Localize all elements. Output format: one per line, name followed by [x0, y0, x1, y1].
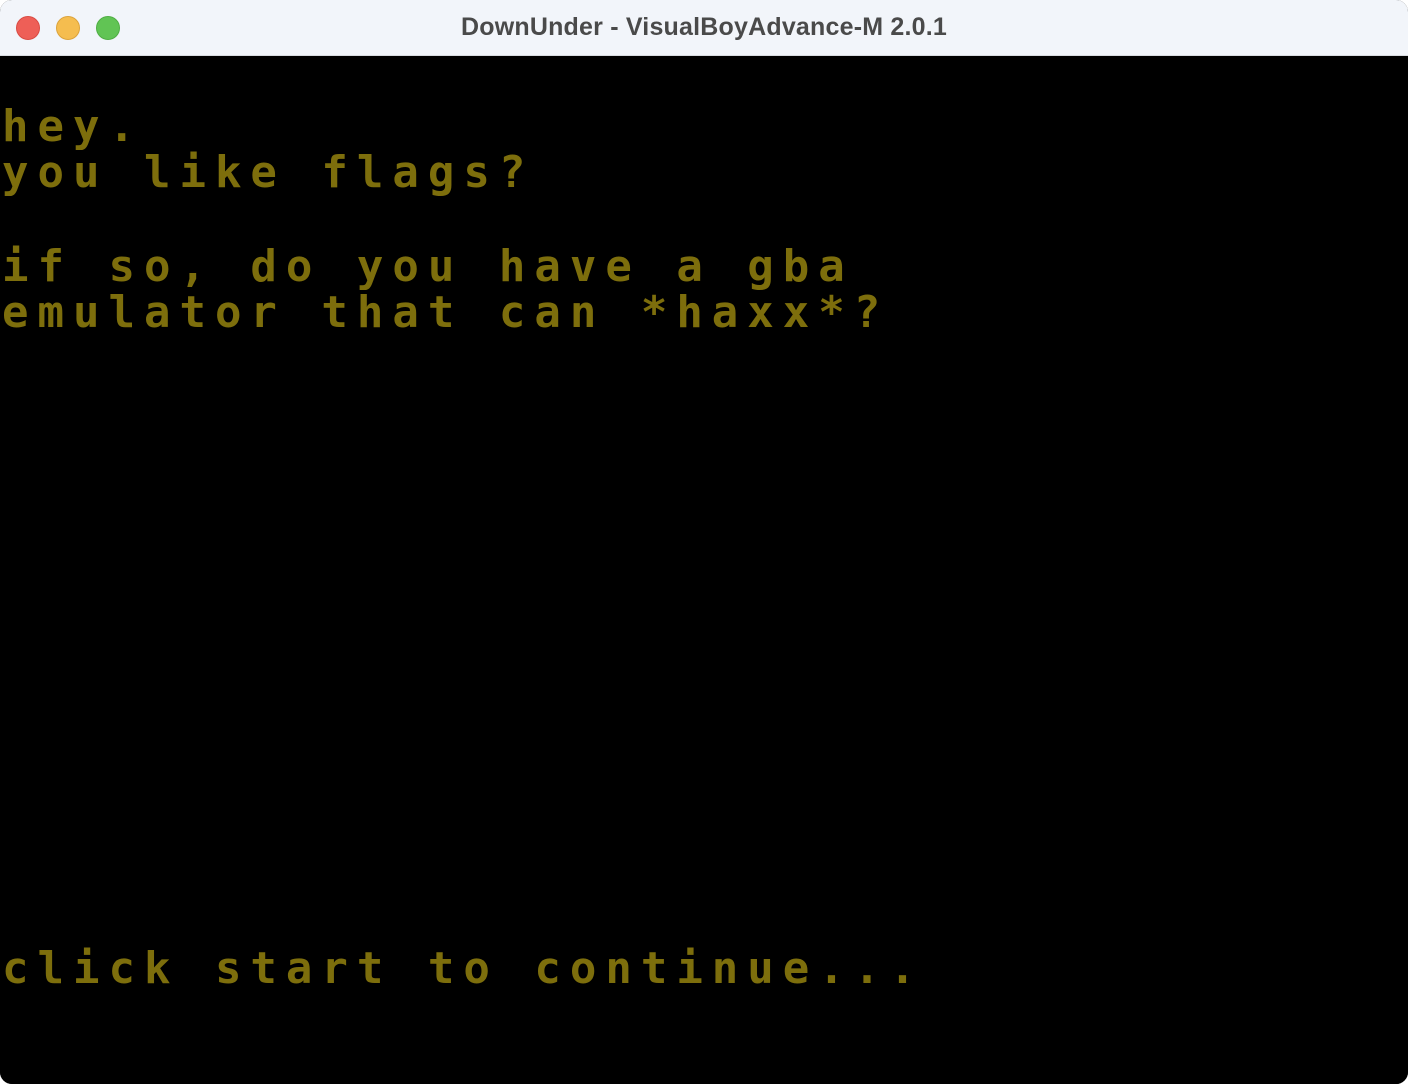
emulator-window: DownUnder - VisualBoyAdvance-M 2.0.1 hey… — [0, 0, 1408, 1084]
game-screen[interactable]: hey. you like flags? if so, do you have … — [0, 56, 1408, 1084]
game-text-line-4: emulator that can *haxx*? — [2, 287, 890, 338]
title-bar[interactable]: DownUnder - VisualBoyAdvance-M 2.0.1 — [0, 0, 1408, 56]
continue-prompt: click start to continue... — [2, 943, 925, 994]
game-text-line-3: if so, do you have a gba — [2, 241, 854, 292]
game-text-line-2: you like flags? — [2, 147, 535, 198]
game-text-line-1: hey. — [2, 101, 144, 152]
window-title: DownUnder - VisualBoyAdvance-M 2.0.1 — [460, 13, 948, 41]
